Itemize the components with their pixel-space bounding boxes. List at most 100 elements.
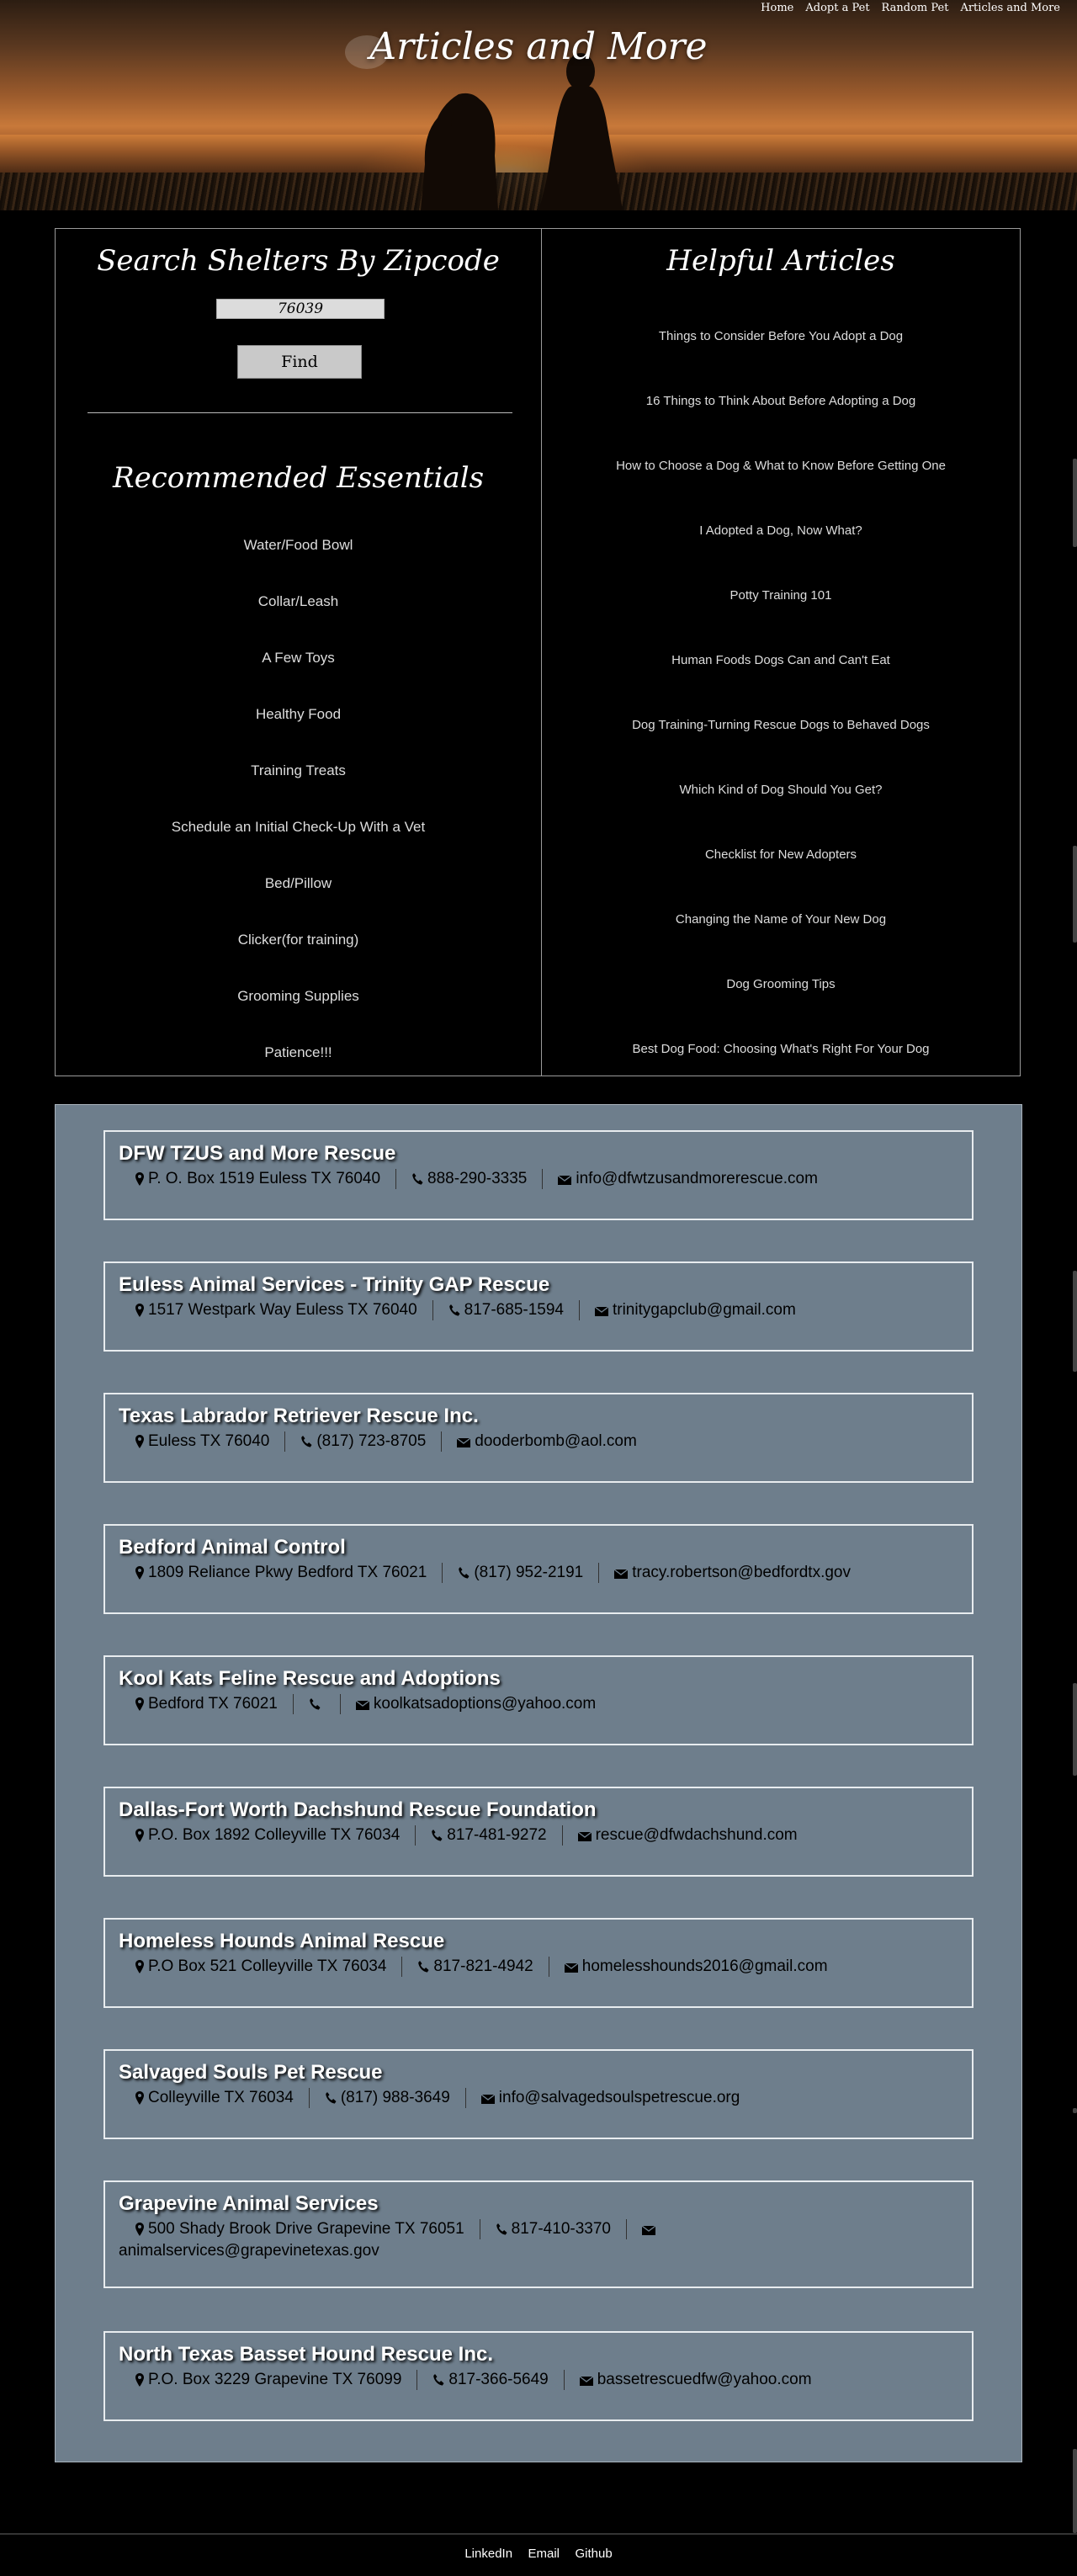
phone-icon bbox=[411, 1170, 427, 1187]
location-pin-icon bbox=[135, 1957, 148, 1975]
envelope-icon bbox=[579, 2371, 597, 2388]
nav-adopt-a-pet[interactable]: Adopt a Pet bbox=[805, 0, 869, 17]
footer-link-email[interactable]: Email bbox=[528, 2547, 560, 2561]
essentials-item: Grooming Supplies bbox=[237, 988, 359, 1004]
scrollbar-thumb[interactable] bbox=[1073, 2108, 1077, 2113]
essentials-item: Patience!!! bbox=[264, 1044, 332, 1060]
article-link[interactable]: Which Kind of Dog Should You Get? bbox=[680, 783, 883, 797]
search-title: Search Shelters By Zipcode bbox=[97, 244, 500, 278]
article-link[interactable]: 16 Things to Think About Before Adopting… bbox=[646, 394, 916, 408]
shelter-email[interactable]: bassetrescuedfw@yahoo.com bbox=[597, 2371, 812, 2388]
scrollbar-thumb[interactable] bbox=[1073, 2449, 1077, 2533]
shelter-name: Homeless Hounds Animal Rescue bbox=[119, 1930, 445, 1952]
shelter-info: P. O. Box 1519 Euless TX 76040 888-290-33… bbox=[119, 1168, 958, 1190]
essentials-item: Collar/Leash bbox=[257, 593, 339, 609]
zipcode-input[interactable] bbox=[216, 299, 385, 319]
shelter-email[interactable]: dooderbomb@aol.com bbox=[475, 1432, 637, 1450]
article-link[interactable]: Checklist for New Adopters bbox=[705, 847, 857, 862]
essentials-title: Recommended Essentials bbox=[112, 461, 485, 495]
scrollbar-thumb[interactable] bbox=[1073, 846, 1077, 943]
shelter-name: DFW TZUS and More Rescue bbox=[119, 1142, 396, 1165]
shelter-address: 1517 Westpark Way Euless TX 76040 bbox=[148, 1301, 417, 1319]
shelter-card: Homeless Hounds Animal Rescue P.O Box 521… bbox=[103, 1918, 974, 2008]
envelope-icon bbox=[564, 1957, 582, 1975]
shelter-email[interactable]: tracy.robertson@bedfordtx.gov bbox=[632, 1564, 851, 1581]
scrollbar-thumb[interactable] bbox=[1073, 1683, 1077, 1776]
info-separator bbox=[284, 1431, 286, 1452]
phone-icon bbox=[325, 2089, 341, 2106]
shelter-info: Colleyville TX 76034 (817) 988-3649 info@s… bbox=[119, 2087, 958, 2109]
info-separator bbox=[561, 1824, 563, 1846]
shelter-card: Grapevine Animal Services 500 Shady Brook… bbox=[103, 2180, 974, 2288]
article-link[interactable]: Changing the Name of Your New Dog bbox=[676, 912, 886, 927]
content-panel: Search Shelters By Zipcode Find Recommen… bbox=[55, 228, 1021, 1076]
scrollbar-thumb[interactable] bbox=[1073, 459, 1077, 547]
article-link[interactable]: Things to Consider Before You Adopt a Do… bbox=[659, 329, 903, 343]
shelter-email[interactable]: rescue@dfwdachshund.com bbox=[596, 1826, 798, 1844]
shelter-card: Kool Kats Feline Rescue and Adoptions Bed… bbox=[103, 1655, 974, 1745]
info-separator bbox=[625, 2218, 627, 2239]
shelter-results-panel: DFW TZUS and More Rescue P. O. Box 1519 E… bbox=[55, 1104, 1022, 2462]
article-link[interactable]: Dog Training-Turning Rescue Dogs to Beha… bbox=[632, 718, 930, 732]
article-item: 16 Things to Think About Before Adopting… bbox=[542, 393, 1020, 458]
shelter-name: Salvaged Souls Pet Rescue bbox=[119, 2061, 383, 2084]
envelope-icon bbox=[558, 1170, 576, 1187]
phone-icon bbox=[309, 1695, 325, 1713]
info-separator bbox=[292, 1693, 294, 1714]
phone-icon bbox=[496, 2220, 512, 2238]
article-link[interactable]: I Adopted a Dog, Now What? bbox=[699, 523, 862, 538]
essentials-item: Bed/Pillow bbox=[264, 875, 332, 891]
info-separator bbox=[441, 1431, 443, 1452]
location-pin-icon bbox=[135, 1826, 148, 1844]
shelter-email[interactable]: info@salvagedsoulspetrescue.org bbox=[499, 2089, 740, 2106]
location-pin-icon bbox=[135, 1564, 148, 1581]
shelter-name: Grapevine Animal Services bbox=[119, 2192, 379, 2215]
article-link[interactable]: How to Choose a Dog & What to Know Befor… bbox=[616, 459, 946, 473]
footer-link-linkedin[interactable]: LinkedIn bbox=[464, 2547, 512, 2561]
shelter-email[interactable]: homelesshounds2016@gmail.com bbox=[582, 1957, 828, 1975]
shelter-card: Texas Labrador Retriever Rescue Inc. Eule… bbox=[103, 1393, 974, 1483]
nav-random-pet[interactable]: Random Pet bbox=[882, 0, 949, 17]
info-separator bbox=[339, 1693, 341, 1714]
shelter-email[interactable]: koolkatsadoptions@yahoo.com bbox=[374, 1695, 596, 1713]
article-link[interactable]: Dog Grooming Tips bbox=[726, 977, 835, 991]
shelter-info: 1517 Westpark Way Euless TX 76040 817-685… bbox=[119, 1299, 958, 1321]
info-separator bbox=[542, 1168, 544, 1189]
shelter-address: P. O. Box 1519 Euless TX 76040 bbox=[148, 1170, 381, 1187]
article-link[interactable]: Potty Training 101 bbox=[730, 588, 832, 603]
article-item: Best Dog Food: Choosing What's Right For… bbox=[542, 1041, 1020, 1106]
article-link[interactable]: Best Dog Food: Choosing What's Right For… bbox=[632, 1042, 929, 1056]
shelter-email[interactable]: animalservices@grapevinetexas.gov bbox=[119, 2242, 379, 2260]
shelter-info: P.O. Box 1892 Colleyville TX 76034 817-48… bbox=[119, 1824, 958, 1846]
info-separator bbox=[432, 1299, 433, 1320]
article-link[interactable]: Human Foods Dogs Can and Can't Eat bbox=[671, 653, 890, 667]
info-separator bbox=[401, 1956, 403, 1977]
shelter-address: Colleyville TX 76034 bbox=[148, 2089, 294, 2106]
footer-link-github[interactable]: Github bbox=[575, 2547, 612, 2561]
article-item: Dog Grooming Tips bbox=[542, 976, 1020, 1041]
shelter-phone: (817) 723-8705 bbox=[316, 1432, 427, 1450]
shelter-address: Bedford TX 76021 bbox=[148, 1695, 278, 1713]
shelter-address: Euless TX 76040 bbox=[148, 1432, 270, 1450]
find-button[interactable]: Find bbox=[237, 345, 362, 379]
shelter-email[interactable]: trinitygapclub@gmail.com bbox=[613, 1301, 796, 1319]
info-separator bbox=[598, 1562, 600, 1583]
info-separator bbox=[415, 1824, 416, 1846]
shelter-address: 500 Shady Brook Drive Grapevine TX 76051 bbox=[148, 2220, 464, 2238]
info-separator bbox=[578, 1299, 580, 1320]
shelter-info: P.O Box 521 Colleyville TX 76034 817-821-… bbox=[119, 1956, 958, 1978]
shelter-phone: 888-290-3335 bbox=[427, 1170, 528, 1187]
info-separator bbox=[442, 1562, 443, 1583]
article-item: Human Foods Dogs Can and Can't Eat bbox=[542, 652, 1020, 717]
shelter-card: Euless Animal Services - Trinity GAP Res… bbox=[103, 1261, 974, 1352]
shelter-name: Kool Kats Feline Rescue and Adoptions bbox=[119, 1667, 501, 1690]
article-item: Which Kind of Dog Should You Get? bbox=[542, 782, 1020, 847]
footer: LinkedIn Email Github bbox=[0, 2547, 1077, 2562]
nav-home[interactable]: Home bbox=[761, 0, 793, 17]
nav-articles-and-more[interactable]: Articles and More bbox=[960, 0, 1060, 17]
envelope-icon bbox=[355, 1695, 374, 1713]
scrollbar-thumb[interactable] bbox=[1073, 1271, 1077, 1372]
shelter-email[interactable]: info@dfwtzusandmorerescue.com bbox=[576, 1170, 818, 1187]
location-pin-icon bbox=[135, 1301, 148, 1319]
footer-divider bbox=[0, 2533, 1077, 2535]
